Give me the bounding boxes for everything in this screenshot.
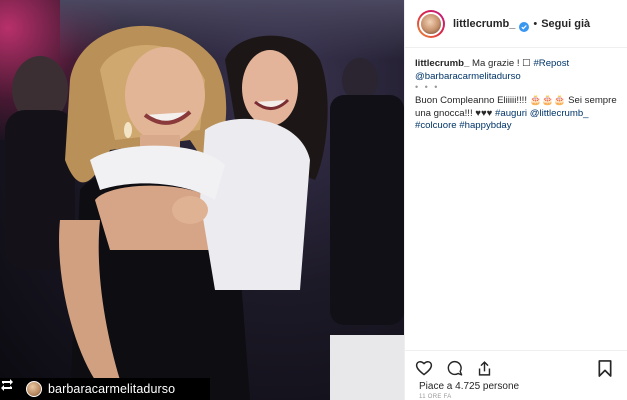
share-icon[interactable]: [475, 359, 493, 377]
hashtag-colcuore[interactable]: #colcuore: [415, 120, 457, 131]
mention-littlecrumb[interactable]: @littlecrumb_: [530, 108, 589, 119]
crowd-body-right: [330, 95, 404, 325]
caption-text: Ma grazie ! ☐: [469, 58, 534, 69]
post-caption: littlecrumb_ Ma grazie ! ☐ #Repost @barb…: [415, 58, 620, 133]
caption-dots: • • •: [415, 82, 440, 92]
follow-button[interactable]: Segui già: [541, 18, 590, 30]
hashtag-happybday[interactable]: #happybday: [459, 120, 511, 131]
post-header: littlecrumb_ • Segui già: [405, 0, 627, 48]
comment-icon[interactable]: [445, 359, 463, 377]
separator-dot: •: [533, 17, 538, 30]
white-shirt: [200, 118, 310, 290]
caption-username[interactable]: littlecrumb_: [415, 58, 469, 69]
profile-picture: [419, 11, 443, 36]
dark-haired-woman-face: [242, 50, 298, 126]
repost-avatar: [26, 381, 42, 397]
post-actions: Piace a 4.725 persone 11 ORE FA: [405, 350, 627, 400]
repost-icon: [1, 379, 20, 396]
instagram-post: barbaracarmelitadurso littlecrumb_ • Seg…: [0, 0, 627, 400]
photo-scene: [5, 25, 404, 400]
mention-barbaracarmelitadurso[interactable]: @barbaracarmelitadurso: [415, 71, 521, 82]
likes-count[interactable]: Piace a 4.725 persone: [419, 381, 519, 392]
heart-icon[interactable]: [415, 359, 433, 377]
post-timestamp: 11 ORE FA: [419, 394, 452, 400]
username-link[interactable]: littlecrumb_: [453, 18, 515, 30]
repost-badge: barbaracarmelitadurso: [0, 378, 210, 400]
white-table: [330, 335, 404, 400]
hashtag-auguri[interactable]: #auguri: [495, 108, 527, 119]
blonde-woman-face: [125, 47, 205, 143]
earring: [124, 122, 132, 138]
avatar[interactable]: [417, 9, 445, 38]
repost-username: barbaracarmelitadurso: [48, 382, 176, 396]
action-icons: [415, 359, 493, 377]
verified-badge-icon: [519, 19, 530, 32]
post-sidebar: littlecrumb_ • Segui già littlecrumb_ Ma…: [404, 0, 627, 400]
bookmark-icon[interactable]: [596, 359, 614, 377]
post-photo[interactable]: barbaracarmelitadurso: [0, 0, 404, 400]
hand: [172, 196, 208, 224]
hashtag-repost[interactable]: #Repost: [533, 58, 569, 69]
